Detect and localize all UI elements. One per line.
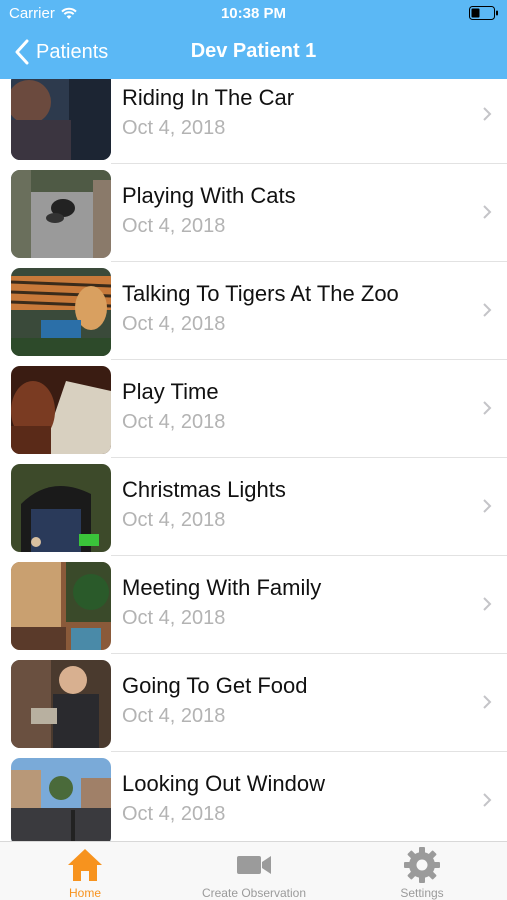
observation-date: Oct 4, 2018: [122, 509, 226, 531]
list-item[interactable]: Going To Get Food Oct 4, 2018: [0, 654, 507, 752]
status-time: 10:38 PM: [220, 5, 287, 22]
observation-title: Play Time: [122, 379, 219, 404]
observation-date: Oct 4, 2018: [122, 411, 226, 433]
tab-home-label: Home: [68, 886, 101, 900]
chevron-right-icon: [483, 499, 492, 513]
status-bar: Carrier 10:38 PM: [0, 0, 507, 28]
observation-title: Christmas Lights: [122, 477, 286, 502]
observation-date: Oct 4, 2018: [122, 607, 226, 629]
video-camera-icon: [237, 856, 271, 874]
observation-list[interactable]: Riding In The Car Oct 4, 2018 Playing Wi…: [0, 79, 507, 841]
tab-home[interactable]: Home: [45, 842, 125, 900]
list-item[interactable]: Meeting With Family Oct 4, 2018: [0, 556, 507, 654]
list-item[interactable]: Looking Out Window Oct 4, 2018: [0, 752, 507, 841]
navigation-header: Carrier 10:38 PM Patients Dev Patient 1: [0, 0, 507, 79]
observation-date: Oct 4, 2018: [122, 803, 226, 825]
list-item[interactable]: Riding In The Car Oct 4, 2018: [0, 79, 507, 164]
list-item[interactable]: Christmas Lights Oct 4, 2018: [0, 458, 507, 556]
list-item[interactable]: Play Time Oct 4, 2018: [0, 360, 507, 458]
list-item[interactable]: Talking To Tigers At The Zoo Oct 4, 2018: [0, 262, 507, 360]
chevron-right-icon: [483, 205, 492, 219]
tab-bar: Home Create Observation Settings: [0, 841, 507, 900]
chevron-right-icon: [483, 107, 492, 121]
observation-thumbnail: [11, 660, 111, 748]
observation-date: Oct 4, 2018: [122, 117, 226, 139]
chevron-right-icon: [483, 695, 492, 709]
tab-settings-label: Settings: [400, 886, 444, 900]
observation-title: Going To Get Food: [122, 673, 308, 698]
tab-create-observation-label: Create Observation: [201, 886, 307, 900]
observation-thumbnail: [11, 464, 111, 552]
battery-icon: [469, 6, 498, 20]
observation-date: Oct 4, 2018: [122, 705, 226, 727]
observation-thumbnail: [11, 268, 111, 356]
observation-thumbnail: [11, 758, 111, 841]
observation-thumbnail: [11, 79, 111, 160]
tab-settings[interactable]: Settings: [382, 842, 462, 900]
observation-thumbnail: [11, 366, 111, 454]
chevron-right-icon: [483, 793, 492, 807]
chevron-right-icon: [483, 597, 492, 611]
chevron-right-icon: [483, 401, 492, 415]
observation-date: Oct 4, 2018: [122, 215, 226, 237]
observation-date: Oct 4, 2018: [122, 313, 226, 335]
observation-thumbnail: [11, 562, 111, 650]
tab-create-observation[interactable]: Create Observation: [184, 842, 324, 900]
list-item[interactable]: Playing With Cats Oct 4, 2018: [0, 164, 507, 262]
observation-title: Looking Out Window: [122, 771, 325, 796]
home-icon: [68, 849, 102, 881]
observation-title: Meeting With Family: [122, 575, 322, 600]
observation-title: Playing With Cats: [122, 183, 296, 208]
chevron-right-icon: [483, 303, 492, 317]
observation-title: Riding In The Car: [122, 85, 295, 110]
observation-thumbnail: [11, 170, 111, 258]
gear-icon: [404, 847, 440, 883]
page-title: Dev Patient 1: [190, 40, 317, 62]
observation-title: Talking To Tigers At The Zoo: [122, 281, 399, 306]
